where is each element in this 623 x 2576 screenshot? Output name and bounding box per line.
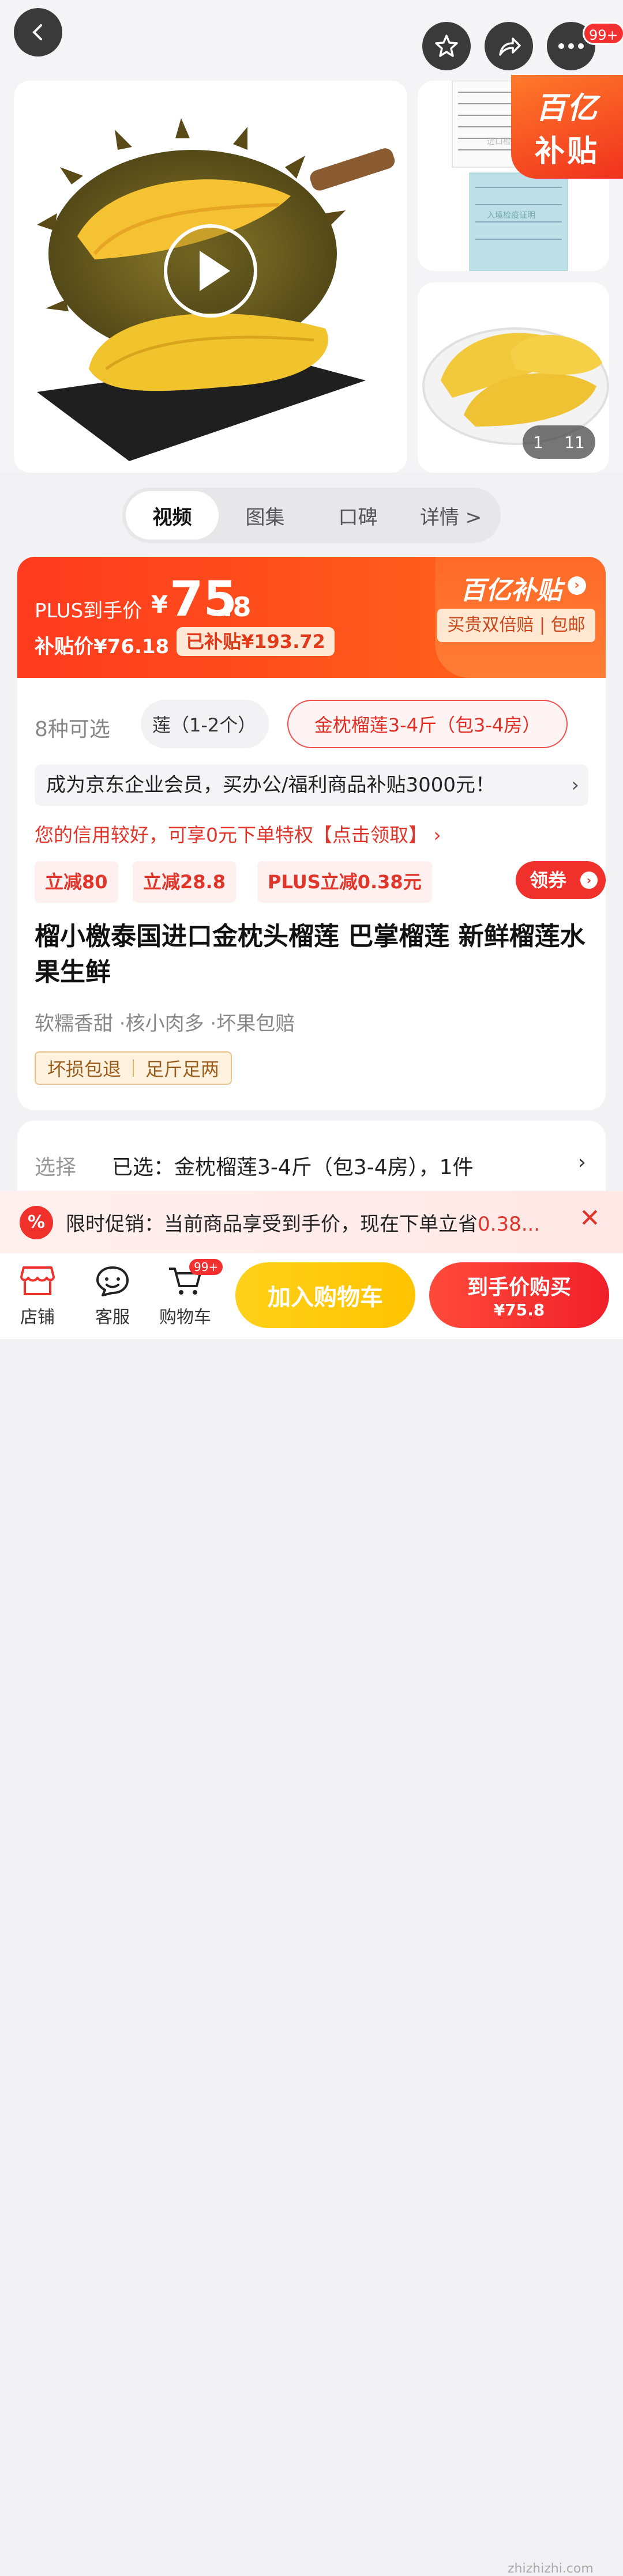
page-current: 1 xyxy=(533,432,543,452)
enterprise-banner-text: 成为京东企业会员，买办公/福利商品补贴3000元！ xyxy=(46,774,495,797)
nav-customer-service-label: 客服 xyxy=(95,1307,130,1327)
doc-caption-2: 入境检疫证明 xyxy=(487,211,535,220)
main-video-thumbnail[interactable] xyxy=(14,81,407,473)
watermark: zhizhizhi.com xyxy=(508,2562,594,2576)
price-decimal: .8 xyxy=(223,591,252,623)
variant-chip-selected[interactable]: 金枕榴莲3-4斤（包3-4房） xyxy=(287,700,568,748)
promo-amount: 0.38... xyxy=(478,1213,541,1236)
selection-value: 已选：金枕榴莲3-4斤（包3-4房），1件 xyxy=(112,1156,474,1179)
nav-cart[interactable]: 99+ 购物车 xyxy=(153,1259,223,1334)
page-total: 11 xyxy=(564,432,585,452)
enterprise-member-banner[interactable]: 成为京东企业会员，买办公/福利商品补贴3000元！ › xyxy=(35,764,588,806)
coupon-tag-1: 立减80 xyxy=(35,861,118,903)
subsidy-corner-badge: 百亿 补贴 xyxy=(511,75,623,179)
coupon-tag-2: 立减28.8 xyxy=(133,861,236,903)
buy-now-button[interactable]: 到手价购买 ¥75.8 xyxy=(429,1262,609,1328)
guarantee-tag-2: 足斤足两 xyxy=(145,1058,220,1080)
get-coupon-button[interactable]: 领券 › xyxy=(516,861,606,899)
media-tabs: 视频 图集 口碑 详情 > xyxy=(122,488,501,543)
bottom-action-bar: 店铺 客服 99+ 购物车 加入购物车 到手价购买 ¥75.8 zhizhizh… xyxy=(0,1253,623,2576)
plus-price-label: PLUS到手价 xyxy=(35,599,142,623)
star-icon xyxy=(435,35,458,57)
subsidy-amount-tag: 已补贴¥193.72 xyxy=(177,627,335,656)
price-currency: ¥ xyxy=(151,590,168,618)
back-button[interactable] xyxy=(14,8,62,56)
more-dots-icon xyxy=(558,43,584,49)
product-features: 软糯香甜 ·核小肉多 ·坏果包赔 xyxy=(35,1012,295,1035)
nav-store[interactable]: 店铺 xyxy=(6,1259,69,1334)
guarantee-tags: 坏损包退 足斤足两 xyxy=(35,1051,232,1085)
tab-video[interactable]: 视频 xyxy=(126,491,219,540)
buy-now-label: 到手价购买 xyxy=(467,1276,571,1299)
back-arrow-icon xyxy=(32,24,42,40)
credit-privilege-link[interactable]: 您的信用较好，可享0元下单特权【点击领取】 › xyxy=(35,820,441,847)
double-compensation-pill: 买贵双倍赔 | 包邮 xyxy=(437,609,595,642)
selection-label: 选择 xyxy=(35,1156,77,1179)
share-button[interactable] xyxy=(485,22,533,70)
product-info: 8种可选 莲（1-2个） 金枕榴莲3-4斤（包3-4房） 成为京东企业会员，买办… xyxy=(17,678,606,1110)
customer-service-icon xyxy=(96,1266,129,1296)
more-badge: 99+ xyxy=(583,22,623,45)
guarantee-tag-1: 坏损包退 xyxy=(47,1058,122,1080)
buy-now-price: ¥75.8 xyxy=(493,1300,545,1319)
tab-reviews[interactable]: 口碑 xyxy=(312,491,404,540)
subsidy-corner-line1: 百亿 xyxy=(535,91,598,126)
chevron-right-icon: › xyxy=(568,576,586,595)
variant-count: 8种可选 xyxy=(35,718,110,741)
coupon-row: 立减80 立减28.8 PLUS立减0.38元 领券 › xyxy=(35,861,606,903)
variant-chip-1[interactable]: 莲（1-2个） xyxy=(141,700,269,748)
tab-details[interactable]: 详情 > xyxy=(404,491,497,540)
get-coupon-label: 领券 xyxy=(530,869,567,891)
favorite-button[interactable] xyxy=(422,22,471,70)
chevron-right-icon: › xyxy=(577,1151,586,1174)
billion-subsidy-title: 百亿补贴 xyxy=(460,576,562,605)
tab-gallery[interactable]: 图集 xyxy=(219,491,312,540)
subsidy-corner-line2: 补贴 xyxy=(534,134,599,169)
store-icon xyxy=(20,1266,55,1295)
discount-icon: % xyxy=(20,1206,53,1239)
nav-cart-label: 购物车 xyxy=(159,1307,211,1327)
price-card: PLUS到手价 ¥ 75 .8 补贴价¥76.18 已补贴¥193.72 百亿补… xyxy=(17,557,606,1110)
share-icon xyxy=(499,37,521,56)
nav-customer-service[interactable]: 客服 xyxy=(81,1259,144,1334)
coupon-tag-3: PLUS立减0.38元 xyxy=(257,861,432,903)
promo-message: 限时促销：当前商品享受到手价，现在下单立省 xyxy=(66,1213,478,1236)
chevron-right-icon: › xyxy=(580,872,598,889)
subsidy-price: 补贴价¥76.18 xyxy=(35,635,170,658)
promo-text: 限时促销：当前商品享受到手价，现在下单立省0.38... xyxy=(66,1208,540,1236)
chevron-right-icon: › xyxy=(571,774,579,797)
gallery-page-indicator: 1 11 xyxy=(523,425,595,459)
durian-image xyxy=(37,118,395,461)
promo-bar: % 限时促销：当前商品享受到手价，现在下单立省0.38... ✕ xyxy=(0,1191,623,1253)
price-banner: PLUS到手价 ¥ 75 .8 补贴价¥76.18 已补贴¥193.72 百亿补… xyxy=(17,557,606,678)
add-to-cart-button[interactable]: 加入购物车 xyxy=(235,1262,415,1328)
close-icon[interactable]: ✕ xyxy=(579,1204,601,1233)
billion-subsidy-panel[interactable]: 百亿补贴 › 买贵双倍赔 | 包邮 xyxy=(435,557,606,678)
cart-badge: 99+ xyxy=(189,1259,223,1275)
product-title: 榴小檄泰国进口金枕头榴莲 巴掌榴莲 新鲜榴莲水果生鲜 xyxy=(35,922,586,987)
nav-store-label: 店铺 xyxy=(20,1307,55,1327)
product-gallery: 99+ 进口检疫 入境检疫证明 百亿 补贴 1 11 xyxy=(0,0,623,473)
